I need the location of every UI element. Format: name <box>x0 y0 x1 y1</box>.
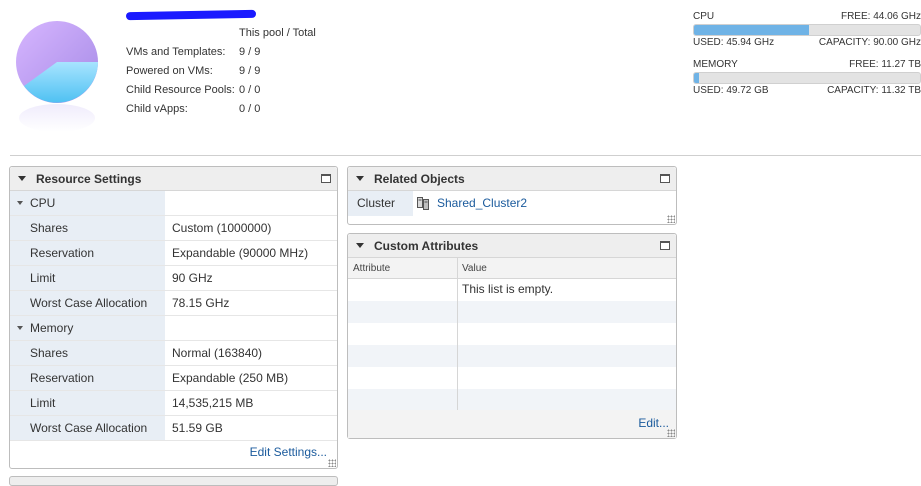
grid-footer: Edit... <box>348 410 676 438</box>
memory-meter-label: MEMORY <box>693 59 738 70</box>
resize-grip-icon[interactable] <box>328 459 336 467</box>
summary-header: This pool / Total <box>239 27 316 39</box>
summary-label: Child Resource Pools: <box>126 84 235 96</box>
maximize-icon[interactable] <box>660 241 670 250</box>
portlet-header[interactable]: Resource Settings <box>10 167 337 191</box>
cpu-usage-fill <box>694 25 810 35</box>
memory-meter: MEMORY FREE: 11.27 TB USED: 49.72 GB CAP… <box>693 59 921 97</box>
row-label: Reservation <box>10 366 165 390</box>
edit-attributes-link[interactable]: Edit... <box>638 416 669 430</box>
maximize-icon[interactable] <box>321 174 331 183</box>
row-value: Custom (1000000) <box>172 221 272 235</box>
cpu-used: USED: 45.94 GHz <box>693 37 775 48</box>
table-row: Shares Custom (1000000) <box>10 216 337 241</box>
cluster-icon <box>417 197 429 210</box>
collapse-triangle-icon[interactable] <box>356 176 364 181</box>
attributes-grid: Attribute Value This list is empty. <box>348 258 676 411</box>
cpu-capacity: CAPACITY: 90.00 GHz <box>818 37 921 48</box>
portlet-title: Related Objects <box>374 172 465 186</box>
table-row: Reservation Expandable (250 MB) <box>10 366 337 391</box>
column-header-value[interactable]: Value <box>462 263 487 274</box>
resource-settings-portlet: Resource Settings CPU Shares Custom (100… <box>9 166 338 469</box>
row-value: 14,535,215 MB <box>172 396 254 410</box>
row-value: 90 GHz <box>172 271 213 285</box>
row-label: Worst Case Allocation <box>10 291 165 315</box>
related-objects-portlet: Related Objects Cluster Shared_Cluster2 <box>347 166 677 225</box>
portlet-title: Resource Settings <box>36 172 142 186</box>
grid-header: Attribute Value <box>348 258 676 279</box>
memory-free: FREE: 11.27 TB <box>849 59 921 70</box>
summary-label: VMs and Templates: <box>126 46 226 58</box>
group-label: Memory <box>30 321 74 335</box>
summary-value: 0 / 0 <box>239 84 261 96</box>
memory-capacity: CAPACITY: 11.32 TB <box>827 85 921 96</box>
custom-attributes-portlet: Custom Attributes Attribute Value This l… <box>347 233 677 439</box>
portlet-title: Custom Attributes <box>374 239 479 253</box>
expand-triangle-icon[interactable] <box>17 201 23 205</box>
redacted-pool-name <box>125 8 257 22</box>
resource-settings-table: CPU Shares Custom (1000000) Reservation … <box>10 191 337 441</box>
memory-usage-bar <box>693 72 921 84</box>
table-row: Worst Case Allocation 51.59 GB <box>10 416 337 441</box>
row-label: Limit <box>10 391 165 415</box>
resource-pool-pie-icon <box>14 20 100 132</box>
table-row: Worst Case Allocation 78.15 GHz <box>10 291 337 316</box>
table-row: Reservation Expandable (90000 MHz) <box>10 241 337 266</box>
table-row: Limit 14,535,215 MB <box>10 391 337 416</box>
table-row: Limit 90 GHz <box>10 266 337 291</box>
portlet-header[interactable]: Related Objects <box>348 167 676 191</box>
resize-grip-icon[interactable] <box>667 215 675 223</box>
row-label: Shares <box>10 341 165 365</box>
group-label: CPU <box>30 196 56 210</box>
cpu-meter-label: CPU <box>693 11 715 22</box>
row-label: Shares <box>10 216 165 240</box>
cpu-usage-bar <box>693 24 921 36</box>
summary-value: 0 / 0 <box>239 103 261 115</box>
row-value: Expandable (90000 MHz) <box>172 246 309 260</box>
memory-used: USED: 49.72 GB <box>693 85 769 96</box>
row-value: Normal (163840) <box>172 346 263 360</box>
row-value: 78.15 GHz <box>172 296 230 310</box>
cpu-meter: CPU FREE: 44.06 GHz USED: 45.94 GHz CAPA… <box>693 11 921 49</box>
group-row-memory[interactable]: Memory <box>10 316 337 341</box>
expand-triangle-icon[interactable] <box>17 326 23 330</box>
summary-label: Powered on VMs: <box>126 65 213 77</box>
memory-usage-fill <box>694 73 699 83</box>
collapse-triangle-icon[interactable] <box>356 243 364 248</box>
divider <box>10 155 921 156</box>
collapse-triangle-icon[interactable] <box>18 176 26 181</box>
row-label: Limit <box>10 266 165 290</box>
row-label: Worst Case Allocation <box>10 416 165 440</box>
cpu-free: FREE: 44.06 GHz <box>840 11 921 22</box>
table-row: Shares Normal (163840) <box>10 341 337 366</box>
grid-body: This list is empty. <box>348 279 676 411</box>
group-row-cpu[interactable]: CPU <box>10 191 337 216</box>
edit-settings-link[interactable]: Edit Settings... <box>250 445 327 459</box>
maximize-icon[interactable] <box>660 174 670 183</box>
summary-label: Child vApps: <box>126 103 188 115</box>
summary-value: 9 / 9 <box>239 65 261 77</box>
collapsed-portlet <box>9 476 338 486</box>
cluster-label: Cluster <box>348 191 413 216</box>
row-value: 51.59 GB <box>172 421 223 435</box>
resize-grip-icon[interactable] <box>667 429 675 437</box>
row-value: Expandable (250 MB) <box>172 371 289 385</box>
cluster-link[interactable]: Shared_Cluster2 <box>437 196 527 210</box>
row-label: Reservation <box>10 241 165 265</box>
portlet-header[interactable]: Custom Attributes <box>348 234 676 258</box>
column-header-attribute[interactable]: Attribute <box>353 263 390 274</box>
summary-value: 9 / 9 <box>239 46 261 58</box>
empty-list-message: This list is empty. <box>462 282 554 296</box>
